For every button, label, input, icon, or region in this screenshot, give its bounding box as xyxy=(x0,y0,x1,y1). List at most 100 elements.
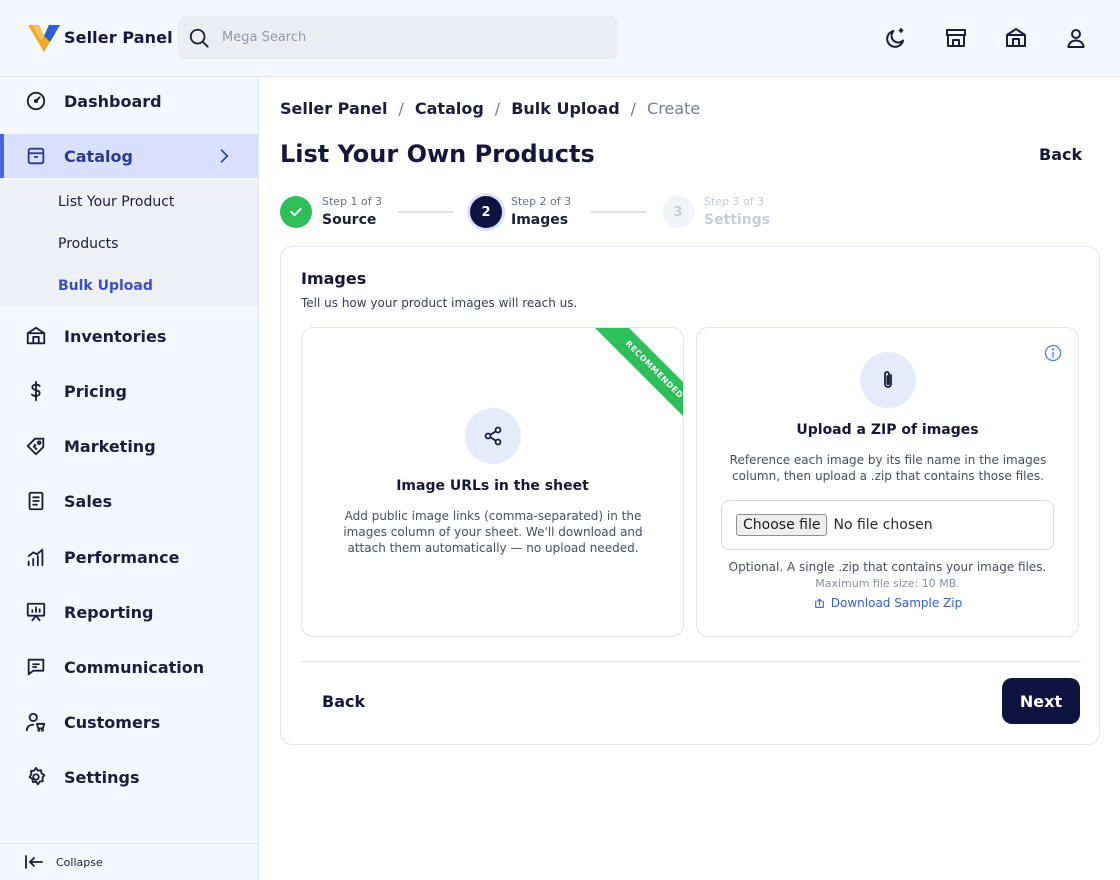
sidebar-item-dashboard[interactable]: Dashboard xyxy=(0,79,258,123)
option-zip-title: Upload a ZIP of images xyxy=(796,422,979,438)
app-name: Seller Panel xyxy=(64,27,173,47)
header-back-button[interactable]: Back xyxy=(1039,145,1082,164)
sidebar-item-sales[interactable]: Sales xyxy=(0,479,258,523)
choose-file-button[interactable]: Choose file xyxy=(736,514,828,536)
paperclip-icon xyxy=(884,371,892,388)
breadcrumb: Seller Panel / Catalog / Bulk Upload / C… xyxy=(280,99,700,118)
ribbon-label: RECOMMENDED xyxy=(592,328,683,432)
breadcrumb-separator: / xyxy=(398,99,404,118)
sidebar-item-customers[interactable]: Customers xyxy=(0,700,258,744)
breadcrumb-create: Create xyxy=(647,99,701,118)
sidebar-item-label: Catalog xyxy=(64,146,133,166)
option-upload-zip[interactable]: Upload a ZIP of images Reference each im… xyxy=(696,327,1079,637)
next-button[interactable]: Next xyxy=(1002,678,1080,724)
tag-icon xyxy=(26,437,45,456)
step-1-done xyxy=(280,196,312,228)
zip-file-input[interactable]: Choose file No file chosen xyxy=(721,500,1054,550)
step-3-counter: Step 3 of 3 xyxy=(704,195,765,208)
sidebar-item-settings[interactable]: Settings xyxy=(0,755,258,799)
card-title: Images xyxy=(301,269,367,288)
dashboard-gauge-icon xyxy=(26,91,46,111)
sidebar-item-label: Customers xyxy=(64,712,161,732)
file-status: No file chosen xyxy=(833,517,933,533)
zip-optional-note: Optional. A single .zip that contains yo… xyxy=(728,560,1047,574)
back-button[interactable]: Back xyxy=(322,692,365,711)
bar-chart-icon xyxy=(27,548,44,567)
recommended-ribbon: RECOMMENDED xyxy=(573,328,683,438)
chat-icon xyxy=(27,658,45,676)
submenu-item-products[interactable]: Products xyxy=(58,236,118,252)
presentation-icon xyxy=(26,602,46,622)
page-title: List Your Own Products xyxy=(280,140,595,168)
sidebar-item-label: Pricing xyxy=(64,381,127,401)
step-2-counter: Step 2 of 3 xyxy=(511,195,572,208)
catalog-box-icon xyxy=(27,147,45,165)
share-nodes-icon xyxy=(484,426,502,446)
submenu-item-list-your-product[interactable]: List Your Product xyxy=(58,194,174,210)
gear-icon xyxy=(28,766,46,786)
sidebar-item-marketing[interactable]: Marketing xyxy=(0,424,258,468)
breadcrumb-separator: / xyxy=(494,99,501,118)
user-icon[interactable] xyxy=(1064,26,1088,50)
top-header: Seller Panel xyxy=(0,0,1120,77)
receipt-icon xyxy=(28,491,44,511)
breadcrumb-bulk-upload[interactable]: Bulk Upload xyxy=(511,99,619,118)
collapse-arrow-icon xyxy=(25,855,43,869)
paperclip-icon-circle xyxy=(860,352,916,408)
zip-max-size: Maximum file size: 10 MB. xyxy=(815,577,960,590)
logo-icon xyxy=(28,25,60,52)
sidebar: Dashboard Catalog List Your Product Prod… xyxy=(0,77,259,880)
sidebar-item-catalog[interactable]: Catalog xyxy=(0,134,258,178)
sidebar-item-performance[interactable]: Performance xyxy=(0,535,258,579)
customers-icon xyxy=(25,712,46,732)
store-icon[interactable] xyxy=(1004,26,1028,50)
breadcrumb-seller-panel[interactable]: Seller Panel xyxy=(280,99,387,118)
warehouse-icon xyxy=(26,326,46,345)
step-2-label: Images xyxy=(511,212,569,228)
catalog-submenu: List Your Product Products Bulk Upload xyxy=(0,180,258,306)
download-sample-zip-link[interactable]: Download Sample Zip xyxy=(697,596,1078,610)
step-3-label: Settings xyxy=(704,212,771,228)
sidebar-item-label: Settings xyxy=(64,767,140,787)
submenu-item-bulk-upload[interactable]: Bulk Upload xyxy=(58,278,153,294)
option-zip-description: Reference each image by its file name in… xyxy=(729,453,1047,483)
storefront-icon[interactable] xyxy=(944,26,968,50)
card-divider xyxy=(301,661,1081,662)
search-input[interactable] xyxy=(222,30,592,45)
info-icon[interactable] xyxy=(1043,343,1063,363)
download-sample-zip-label: Download Sample Zip xyxy=(830,596,963,610)
sidebar-item-label: Dashboard xyxy=(64,91,162,111)
sidebar-item-inventories[interactable]: Inventories xyxy=(0,314,258,358)
step-3-upcoming: 3 xyxy=(662,196,694,228)
upload-box-icon xyxy=(814,598,824,608)
mega-search[interactable] xyxy=(178,16,618,59)
breadcrumb-catalog[interactable]: Catalog xyxy=(415,99,484,118)
sidebar-item-reporting[interactable]: Reporting xyxy=(0,590,258,634)
step-2-current: 2 xyxy=(470,196,502,228)
moon-icon[interactable] xyxy=(884,26,908,50)
step-1-label: Source xyxy=(322,212,377,228)
share-icon-circle xyxy=(465,408,521,464)
option-image-urls[interactable]: RECOMMENDED Image URLs in the sheet Add … xyxy=(301,327,684,637)
sidebar-item-communication[interactable]: Communication xyxy=(0,645,258,689)
card-subtitle: Tell us how your product images will rea… xyxy=(301,296,578,310)
chevron-right-icon xyxy=(220,149,229,163)
collapse-label: Collapse xyxy=(56,855,103,869)
sidebar-item-label: Inventories xyxy=(64,326,167,346)
step-connector xyxy=(591,211,647,213)
sidebar-item-pricing[interactable]: Pricing xyxy=(0,369,258,413)
sidebar-item-label: Performance xyxy=(64,547,180,567)
step-1-counter: Step 1 of 3 xyxy=(322,195,383,208)
images-card: Images Tell us how your product images w… xyxy=(280,246,1100,745)
sidebar-item-label: Sales xyxy=(64,491,113,511)
check-icon xyxy=(290,207,302,217)
breadcrumb-separator: / xyxy=(630,99,637,118)
step-connector xyxy=(398,211,454,213)
option-urls-description: Add public image links (comma-separated)… xyxy=(343,509,643,555)
search-icon xyxy=(189,28,209,48)
option-urls-title: Image URLs in the sheet xyxy=(396,478,589,494)
logo[interactable]: Seller Panel xyxy=(28,22,173,52)
collapse-button[interactable]: Collapse xyxy=(0,843,258,880)
sidebar-item-label: Communication xyxy=(64,657,205,677)
sidebar-item-label: Marketing xyxy=(64,436,156,456)
